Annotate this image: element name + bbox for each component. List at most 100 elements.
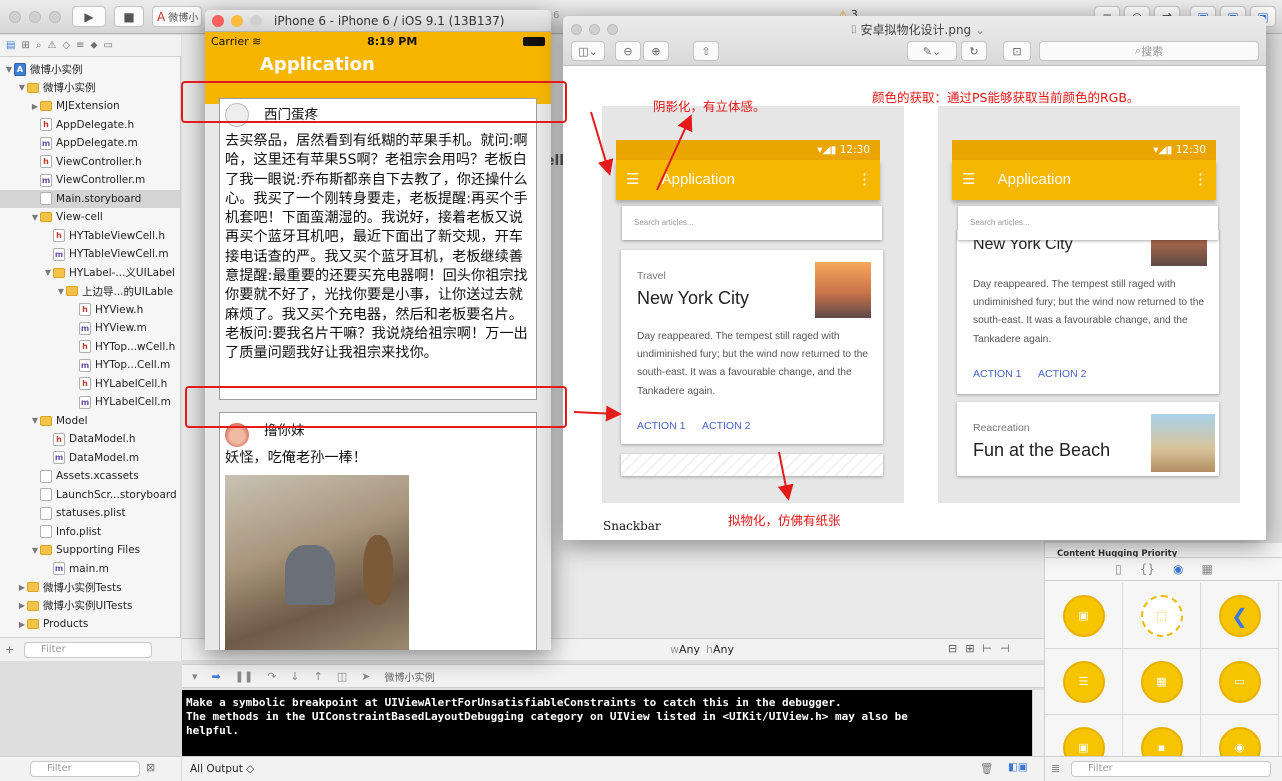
preview-zoom-button[interactable] [607, 24, 618, 35]
table-row[interactable]: 西门蛋疼 去买祭品，居然看到有纸糊的苹果手机。就问:啊哈，这里还有苹果5S啊？老… [219, 98, 537, 400]
object-library-icon[interactable]: ◉ [1173, 562, 1183, 576]
navigator-item[interactable]: h HYTableViewCell.h [0, 227, 180, 245]
hide-debug-icon[interactable]: ▾ [192, 670, 198, 683]
issue-nav-icon[interactable]: ⚠ [47, 40, 56, 51]
preview-minimize-button[interactable] [589, 24, 600, 35]
library-filter-input[interactable]: Filter [1071, 761, 1271, 777]
debug-nav-icon[interactable]: ≡ [76, 40, 84, 51]
preview-close-button[interactable] [571, 24, 582, 35]
navigator-item[interactable]: h HYLabelCell.h [0, 375, 180, 393]
post-photo[interactable] [225, 475, 409, 650]
grid-list-icon[interactable]: ≣ [1051, 762, 1060, 775]
location-icon[interactable]: ➤ [361, 670, 370, 683]
navigator-item[interactable]: ▶ Products [0, 615, 180, 633]
navigator-item[interactable]: h HYView.h [0, 301, 180, 319]
layout-tools[interactable]: ⊟⊞⊢⊣ [948, 642, 1018, 655]
stop-button[interactable]: ■ [114, 6, 144, 27]
media-library-icon[interactable]: ▦ [1202, 562, 1213, 576]
code-snippet-icon[interactable]: {} [1140, 562, 1155, 576]
simulator-close-button[interactable] [212, 14, 224, 27]
breakpoints-toggle-icon[interactable]: ➡ [212, 670, 221, 683]
console-scrollbar[interactable] [1032, 690, 1044, 756]
disclosure-triangle-icon[interactable]: ▼ [4, 65, 14, 74]
run-button[interactable]: ▶ [72, 6, 106, 27]
share-button[interactable]: ⇧ [693, 41, 719, 61]
clear-filter-icon[interactable]: ⊠ [146, 761, 155, 774]
navigator-item[interactable]: Info.plist [0, 523, 180, 541]
simulator-minimize-button[interactable] [231, 14, 243, 27]
zoom-window-button[interactable] [49, 11, 61, 23]
pause-icon[interactable]: ❚❚ [235, 670, 253, 683]
zoom-in-button[interactable]: ⊕ [643, 41, 669, 61]
table-view[interactable]: 西门蛋疼 去买祭品，居然看到有纸糊的苹果手机。就问:啊哈，这里还有苹果5S啊？老… [205, 98, 551, 650]
library-object[interactable]: ▦ [1123, 649, 1201, 715]
test-nav-icon[interactable]: ◇ [62, 40, 70, 51]
report-nav-icon[interactable]: ▭ [104, 40, 113, 51]
breakpoint-nav-icon[interactable]: ⬥ [91, 40, 98, 51]
navigator-item[interactable]: ▼ 微博小实例 [0, 79, 180, 97]
variables-filter-input[interactable]: Filter [30, 761, 140, 777]
table-row[interactable]: 撸你妹 妖怪，吃俺老孙一棒！ [219, 412, 537, 650]
library-scrollbar[interactable] [1268, 587, 1278, 757]
debug-console[interactable]: Make a symbolic breakpoint at UIViewAler… [182, 690, 1032, 756]
symbol-nav-icon[interactable]: ⊞ [21, 40, 29, 51]
disclosure-triangle-icon[interactable]: ▼ [30, 213, 40, 222]
navigator-item[interactable]: m ViewController.m [0, 171, 180, 189]
disclosure-triangle-icon[interactable]: ▼ [30, 546, 40, 555]
navigator-item[interactable]: h DataModel.h [0, 430, 180, 448]
navigator-item[interactable]: statuses.plist [0, 504, 180, 522]
disclosure-triangle-icon[interactable]: ▼ [56, 287, 66, 296]
disclosure-triangle-icon[interactable]: ▶ [17, 620, 27, 629]
navigator-item[interactable]: m HYLabelCell.m [0, 393, 180, 411]
navigator-item[interactable]: m main.m [0, 560, 180, 578]
library-object[interactable]: ▣ [1045, 583, 1123, 649]
folder-nav-icon[interactable]: ▤ [6, 40, 15, 51]
navigator-item[interactable]: ▼ Model [0, 412, 180, 430]
markup-button[interactable]: ✎⌄ [907, 41, 957, 61]
navigator-item[interactable]: ▼ Supporting Files [0, 541, 180, 559]
navigator-item[interactable]: Assets.xcassets [0, 467, 180, 485]
navigator-item[interactable]: h AppDelegate.h [0, 116, 180, 134]
navigator-filter-input[interactable]: Filter [24, 642, 152, 658]
disclosure-triangle-icon[interactable]: ▶ [17, 601, 27, 610]
library-object[interactable]: ⬚ [1123, 583, 1201, 649]
disclosure-triangle-icon[interactable]: ▼ [17, 83, 27, 92]
scheme-selector[interactable]: A 微博小 [152, 6, 202, 27]
minimize-window-button[interactable] [29, 11, 41, 23]
add-icon[interactable]: + [5, 643, 14, 656]
navigator-item[interactable]: m DataModel.m [0, 449, 180, 467]
disclosure-triangle-icon[interactable]: ▶ [17, 583, 27, 592]
view-hierarchy-icon[interactable]: ◫ [337, 670, 347, 683]
step-over-icon[interactable]: ↷ [267, 670, 276, 683]
step-out-icon[interactable]: ↑ [314, 670, 323, 683]
rotate-button[interactable]: ↻ [961, 41, 987, 61]
zoom-out-button[interactable]: ⊖ [615, 41, 641, 61]
simulator-zoom-button[interactable] [250, 14, 262, 27]
sidebar-view-button[interactable]: ◫⌄ [571, 41, 605, 61]
preview-search-field[interactable]: ⌕ 搜索 [1039, 41, 1259, 61]
trash-icon[interactable]: 🗑 [980, 762, 993, 775]
navigator-item[interactable]: m HYTableViewCell.m [0, 245, 180, 263]
output-selector[interactable]: All Output ◇ [190, 763, 254, 775]
toolbox-button[interactable]: ⊡ [1003, 41, 1031, 61]
find-nav-icon[interactable]: ⌕ [36, 40, 42, 51]
navigator-item[interactable]: ▼ A 微博小实例 [0, 60, 180, 78]
close-window-button[interactable] [9, 11, 21, 23]
navigator-item[interactable]: ▶ 微博小实例Tests [0, 578, 180, 596]
navigator-item[interactable]: h ViewController.h [0, 153, 180, 171]
size-class-control[interactable]: wAny hAny [670, 643, 734, 656]
navigator-item[interactable]: ▶ MJExtension [0, 97, 180, 115]
navigator-item[interactable]: Main.storyboard [0, 189, 180, 208]
split-view-icon[interactable]: ◧▣ [1008, 761, 1028, 773]
navigator-item[interactable]: ▼ HYLabel-...义UILabel [0, 264, 180, 282]
navigator-item[interactable]: h HYTop...wCell.h [0, 338, 180, 356]
navigator-item[interactable]: m HYView.m [0, 319, 180, 337]
navigator-item[interactable]: m AppDelegate.m [0, 134, 180, 152]
step-in-icon[interactable]: ↓ [290, 670, 299, 683]
library-object[interactable]: ☰ [1045, 649, 1123, 715]
navigator-item[interactable]: LaunchScr...storyboard [0, 486, 180, 504]
disclosure-triangle-icon[interactable]: ▼ [43, 268, 53, 277]
navigator-item[interactable]: m HYTop...Cell.m [0, 356, 180, 374]
disclosure-triangle-icon[interactable]: ▼ [30, 416, 40, 425]
preview-title[interactable]: ▯ 安卓拟物化设计.png ⌄ [851, 21, 985, 38]
